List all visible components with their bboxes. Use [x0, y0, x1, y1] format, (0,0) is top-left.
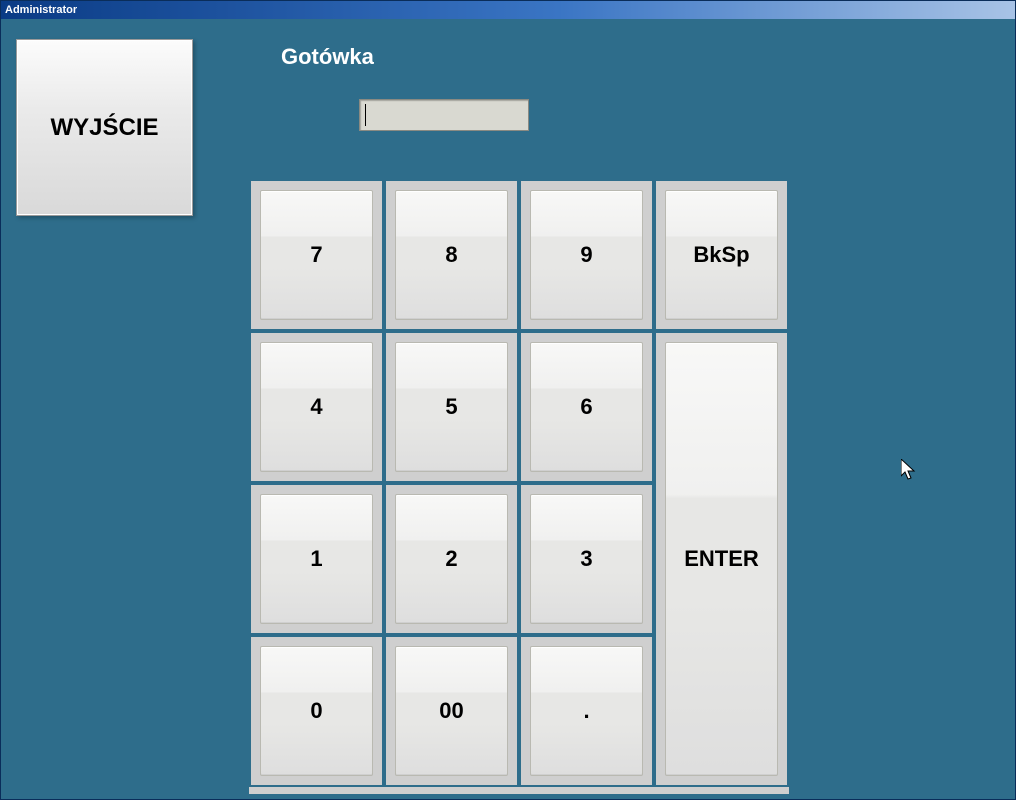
key-0-label: 0 — [260, 646, 373, 776]
key-9[interactable]: 9 — [519, 179, 654, 331]
keypad-grid: 7 8 9 BkSp 4 5 6 — [249, 179, 789, 794]
key-3-label: 3 — [530, 494, 643, 624]
client-area: WYJŚCIE Gotówka 7 8 9 BkSp — [1, 19, 1015, 799]
key-8-label: 8 — [395, 190, 508, 320]
app-window: Administrator WYJŚCIE Gotówka 7 8 9 — [0, 0, 1016, 800]
key-enter-label: ENTER — [665, 342, 778, 776]
key-1-label: 1 — [260, 494, 373, 624]
key-0[interactable]: 0 — [249, 635, 384, 787]
key-4[interactable]: 4 — [249, 331, 384, 483]
key-1[interactable]: 1 — [249, 483, 384, 635]
amount-input[interactable] — [359, 99, 529, 131]
text-caret — [365, 104, 366, 126]
window-titlebar[interactable]: Administrator — [1, 1, 1015, 19]
key-3[interactable]: 3 — [519, 483, 654, 635]
key-00-label: 00 — [395, 646, 508, 776]
key-2-label: 2 — [395, 494, 508, 624]
key-enter[interactable]: ENTER — [654, 331, 789, 787]
exit-button-label: WYJŚCIE — [50, 114, 158, 142]
key-2[interactable]: 2 — [384, 483, 519, 635]
key-6[interactable]: 6 — [519, 331, 654, 483]
key-4-label: 4 — [260, 342, 373, 472]
exit-button[interactable]: WYJŚCIE — [16, 39, 193, 216]
key-00[interactable]: 00 — [384, 635, 519, 787]
key-6-label: 6 — [530, 342, 643, 472]
key-7[interactable]: 7 — [249, 179, 384, 331]
heading-label: Gotówka — [281, 44, 374, 70]
key-backspace[interactable]: BkSp — [654, 179, 789, 331]
keypad-panel: 7 8 9 BkSp 4 5 6 — [249, 179, 789, 794]
key-dot-label: . — [530, 646, 643, 776]
key-dot[interactable]: . — [519, 635, 654, 787]
key-5-label: 5 — [395, 342, 508, 472]
key-5[interactable]: 5 — [384, 331, 519, 483]
key-7-label: 7 — [260, 190, 373, 320]
window-title: Administrator — [5, 4, 77, 16]
mouse-cursor-icon — [901, 459, 919, 483]
key-8[interactable]: 8 — [384, 179, 519, 331]
key-backspace-label: BkSp — [665, 190, 778, 320]
key-9-label: 9 — [530, 190, 643, 320]
